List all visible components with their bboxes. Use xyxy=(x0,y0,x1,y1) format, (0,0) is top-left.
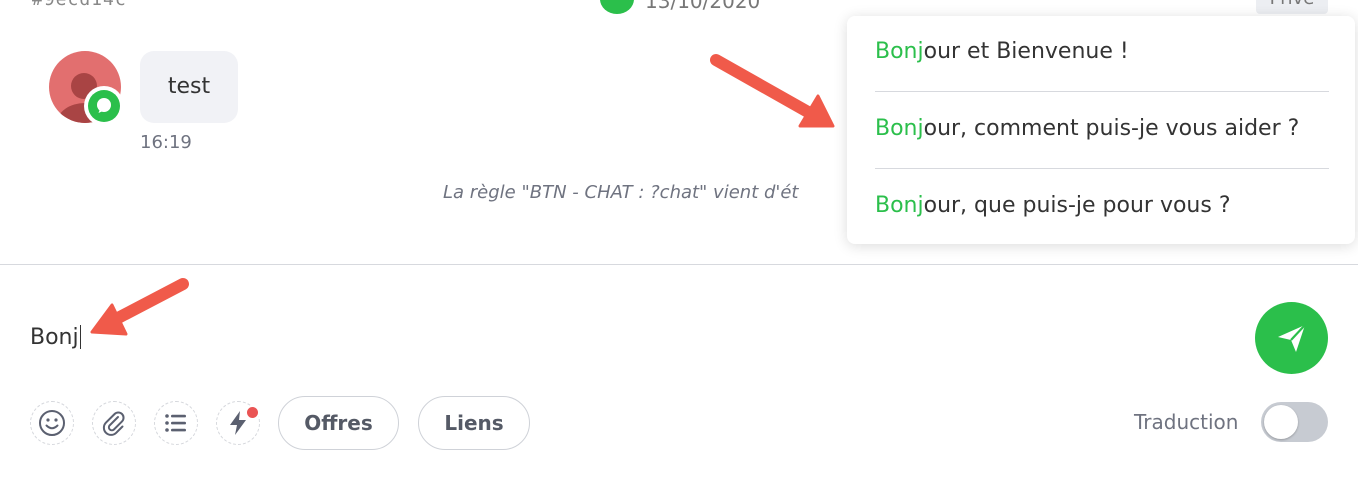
suggestion-divider xyxy=(875,168,1329,169)
templates-button[interactable] xyxy=(154,401,198,445)
message-input-value: Bonj xyxy=(30,325,79,350)
system-message: La règle "BTN - CHAT : ?chat" vient d'ét xyxy=(443,182,799,203)
send-icon xyxy=(1278,324,1306,352)
suggestion-item[interactable]: Bonjour, comment puis-je vous aider ? xyxy=(875,116,1335,141)
conversation-id: #9ecd14c xyxy=(32,0,127,10)
suggestion-text: our et Bienvenue ! xyxy=(923,39,1129,64)
message-input[interactable]: Bonj xyxy=(30,325,81,350)
list-icon xyxy=(165,414,186,432)
suggestions-dropdown: Bonjour et Bienvenue ! Bonjour, comment … xyxy=(847,16,1355,244)
links-button[interactable]: Liens xyxy=(418,396,530,450)
text-caret xyxy=(79,325,81,349)
paperclip-icon xyxy=(102,411,125,436)
translation-label: Traduction xyxy=(1134,410,1239,434)
suggestion-match: Bonj xyxy=(875,116,924,141)
status-badge: Privé xyxy=(1256,0,1328,14)
message-bubble: test xyxy=(140,51,238,123)
suggestion-text: our, comment puis-je vous aider ? xyxy=(923,116,1300,141)
message-time: 16:19 xyxy=(140,132,192,153)
suggestion-item[interactable]: Bonjour et Bienvenue ! xyxy=(875,39,1335,64)
composer-divider xyxy=(0,264,1358,265)
attachment-button[interactable] xyxy=(92,401,136,445)
notification-dot xyxy=(245,405,260,420)
annotation-arrow-to-suggestions xyxy=(710,54,835,128)
offers-button[interactable]: Offres xyxy=(278,396,399,450)
chat-channel-icon xyxy=(84,86,124,126)
suggestion-item[interactable]: Bonjour, que puis-je pour vous ? xyxy=(875,193,1335,218)
toggle-knob xyxy=(1264,405,1298,439)
translation-toggle[interactable] xyxy=(1261,402,1328,442)
annotation-arrow-to-input xyxy=(90,278,189,336)
emoji-icon xyxy=(39,410,65,436)
suggestion-match: Bonj xyxy=(875,193,924,218)
send-button[interactable] xyxy=(1255,302,1328,374)
suggestion-match: Bonj xyxy=(875,39,924,64)
conversation-date: 13/10/2020 xyxy=(645,0,761,13)
suggestion-text: our, que puis-je pour vous ? xyxy=(923,193,1231,218)
suggestion-divider xyxy=(875,91,1329,92)
emoji-button[interactable] xyxy=(30,401,74,445)
chat-channel-icon xyxy=(600,0,634,14)
